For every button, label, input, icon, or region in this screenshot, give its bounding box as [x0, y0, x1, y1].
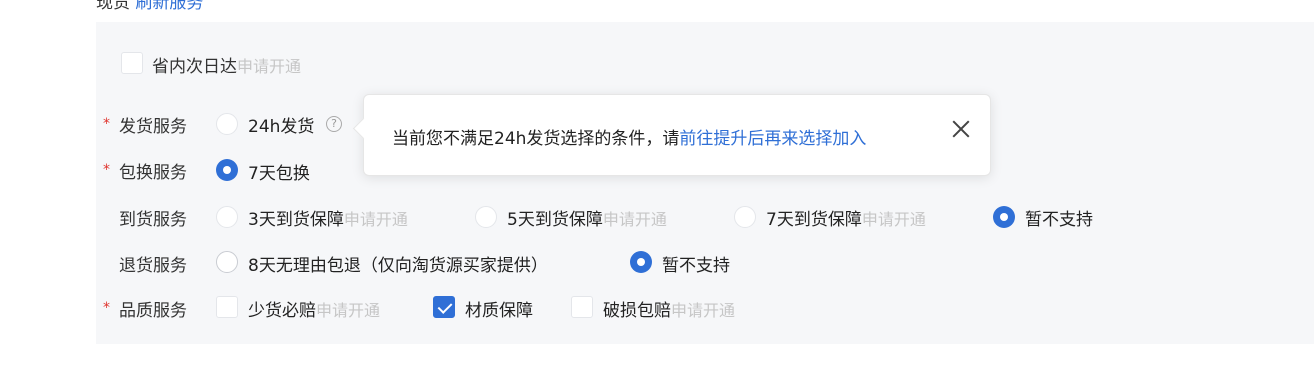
delivery-24h-radio[interactable] [216, 113, 238, 135]
shortage-compensation-option: 少货必赔申请开通 [248, 296, 380, 321]
arrival-not-supported-label: 暂不支持 [1025, 210, 1093, 230]
province-next-day-apply-link[interactable]: 申请开通 [237, 57, 301, 76]
return-8day-radio[interactable] [216, 251, 238, 273]
damage-compensation-checkbox[interactable] [571, 296, 593, 318]
exchange-7day-label: 7天包换 [248, 164, 310, 184]
tooltip-message: 当前您不满足24h发货选择的条件，请前往提升后再来选择加入 [392, 124, 866, 149]
delivery-24h-label: 24h发货 [248, 117, 315, 137]
return-service-label: 退货服务 [119, 256, 187, 276]
province-next-day-option: 省内次日达申请开通 [152, 52, 301, 77]
required-mark: * [103, 116, 110, 132]
tooltip-upgrade-link[interactable]: 前往提升后再来选择加入 [679, 129, 866, 149]
damage-compensation-label: 破损包赔 [603, 301, 671, 321]
province-next-day-checkbox[interactable] [121, 52, 143, 74]
return-not-supported-label: 暂不支持 [662, 256, 730, 276]
shortage-compensation-checkbox[interactable] [216, 296, 238, 318]
material-guarantee-checkbox[interactable] [433, 296, 455, 318]
shortage-compensation-label: 少货必赔 [248, 301, 316, 321]
refresh-service-link[interactable]: 刷新服务 [135, 0, 203, 13]
damage-compensation-option: 破损包赔申请开通 [603, 296, 735, 321]
arrival-7day-apply-link[interactable]: 申请开通 [862, 210, 926, 229]
delivery-condition-tooltip: 当前您不满足24h发货选择的条件，请前往提升后再来选择加入 [352, 94, 991, 176]
exchange-7day-radio[interactable] [216, 159, 238, 181]
arrival-3day-option: 3天到货保障申请开通 [248, 205, 408, 230]
arrival-7day-option: 7天到货保障申请开通 [766, 205, 926, 230]
arrival-not-supported-radio[interactable] [993, 206, 1015, 228]
exchange-service-label: 包换服务 [119, 163, 187, 183]
delivery-service-label: 发货服务 [119, 117, 187, 137]
arrival-7day-radio[interactable] [734, 206, 756, 228]
required-mark: * [103, 300, 110, 316]
arrival-5day-option: 5天到货保障申请开通 [507, 205, 667, 230]
arrival-5day-apply-link[interactable]: 申请开通 [603, 210, 667, 229]
service-header: 现货 刷新服务 [96, 0, 203, 13]
arrival-service-label: 到货服务 [119, 210, 187, 230]
arrival-7day-label: 7天到货保障 [766, 210, 862, 230]
close-icon[interactable] [951, 119, 971, 139]
return-not-supported-radio[interactable] [630, 251, 652, 273]
damage-compensation-apply-link[interactable]: 申请开通 [671, 301, 735, 320]
arrival-5day-label: 5天到货保障 [507, 210, 603, 230]
arrival-3day-apply-link[interactable]: 申请开通 [344, 210, 408, 229]
required-mark: * [103, 162, 110, 178]
service-header-prefix: 现货 [96, 0, 130, 13]
quality-service-label: 品质服务 [119, 301, 187, 321]
arrival-5day-radio[interactable] [475, 206, 497, 228]
help-icon[interactable]: ? [326, 116, 342, 132]
shortage-compensation-apply-link[interactable]: 申请开通 [316, 301, 380, 320]
return-8day-label: 8天无理由包退（仅向淘货源买家提供） [248, 256, 548, 276]
material-guarantee-label: 材质保障 [465, 301, 533, 321]
tooltip-text: 当前您不满足24h发货选择的条件，请 [392, 129, 680, 149]
arrival-3day-radio[interactable] [216, 206, 238, 228]
province-next-day-label: 省内次日达 [152, 57, 237, 77]
arrival-3day-label: 3天到货保障 [248, 210, 344, 230]
